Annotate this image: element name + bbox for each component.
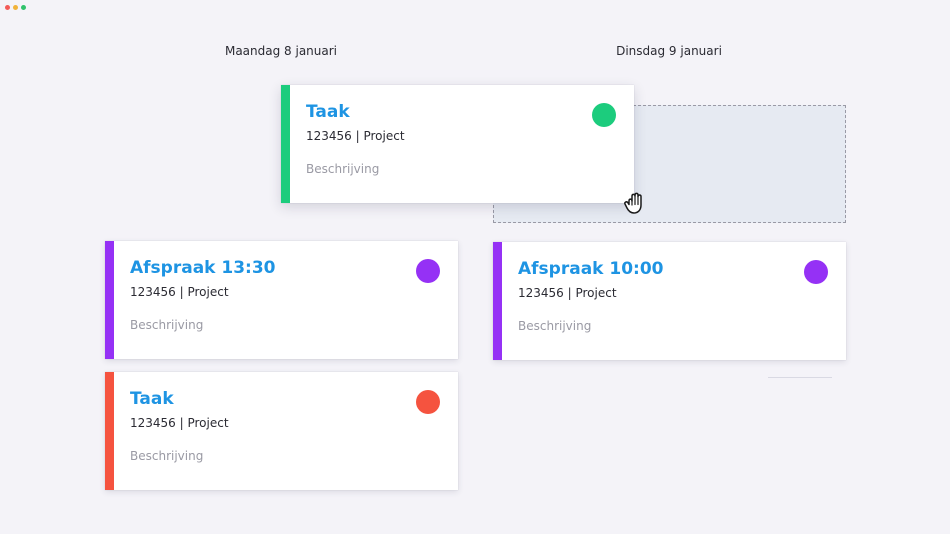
card-title: Afspraak 13:30 — [130, 258, 276, 278]
card-meta: 123456 | Project — [130, 416, 229, 430]
card-meta: 123456 | Project — [306, 129, 405, 143]
card-description: Beschrijving — [518, 319, 592, 333]
card-description: Beschrijving — [306, 162, 380, 176]
status-dot — [416, 390, 440, 414]
card-color-stripe — [281, 85, 290, 203]
card-title: Taak — [306, 102, 350, 122]
day-header-tuesday: Dinsdag 9 januari — [616, 44, 722, 58]
day-header-monday: Maandag 8 januari — [224, 44, 338, 58]
card-description: Beschrijving — [130, 449, 204, 463]
divider — [768, 377, 832, 378]
card-dragged-task[interactable]: Taak 123456 | Project Beschrijving — [281, 85, 634, 203]
window-controls — [5, 5, 26, 10]
card-tuesday-appointment[interactable]: Afspraak 10:00 123456 | Project Beschrij… — [493, 242, 846, 360]
close-dot[interactable] — [5, 5, 10, 10]
card-title: Afspraak 10:00 — [518, 259, 664, 279]
card-description: Beschrijving — [130, 318, 204, 332]
maximize-dot[interactable] — [21, 5, 26, 10]
card-color-stripe — [493, 242, 502, 360]
grab-hand-icon — [620, 187, 650, 217]
status-dot — [804, 260, 828, 284]
status-dot — [592, 103, 616, 127]
card-monday-appointment[interactable]: Afspraak 13:30 123456 | Project Beschrij… — [105, 241, 458, 359]
card-meta: 123456 | Project — [518, 286, 617, 300]
minimize-dot[interactable] — [13, 5, 18, 10]
status-dot — [416, 259, 440, 283]
card-title: Taak — [130, 389, 174, 409]
card-monday-task[interactable]: Taak 123456 | Project Beschrijving — [105, 372, 458, 490]
card-color-stripe — [105, 372, 114, 490]
card-meta: 123456 | Project — [130, 285, 229, 299]
card-color-stripe — [105, 241, 114, 359]
